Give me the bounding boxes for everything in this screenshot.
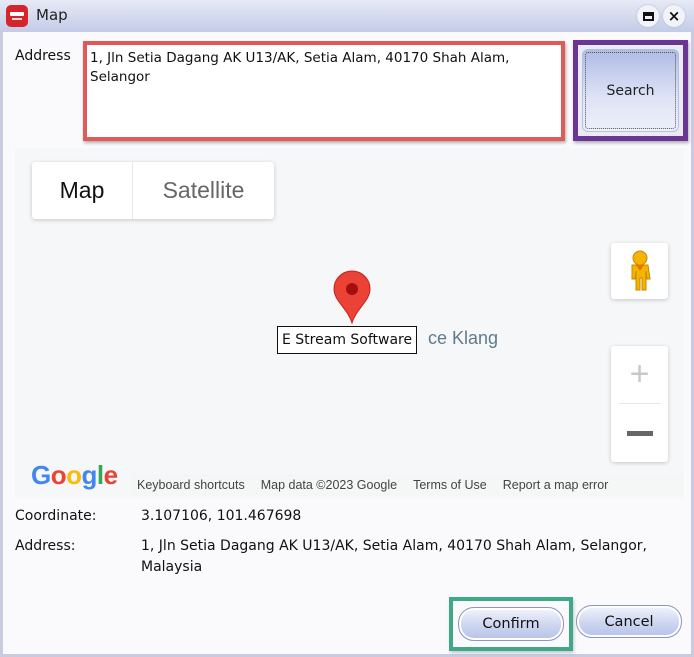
result-address-value: 1, Jln Setia Dagang AK U13/AK, Setia Ala…	[141, 538, 647, 575]
pegman-icon	[631, 250, 651, 291]
cancel-button[interactable]: Cancel	[576, 605, 682, 638]
close-icon: ×	[667, 7, 681, 25]
title-bar: Map ×	[0, 0, 694, 32]
google-logo-letter: G	[31, 460, 51, 490]
map-place-label: ce Klang	[428, 328, 499, 348]
window-title: Map	[36, 6, 68, 24]
result-address-label: Address:	[15, 538, 76, 554]
map-marker-pin-icon[interactable]	[333, 270, 371, 324]
report-map-error-link[interactable]: Report a map error	[503, 478, 609, 492]
google-logo-letter: g	[81, 460, 98, 490]
coordinate-label: Coordinate:	[15, 508, 97, 524]
map-view[interactable]: Map Satellite + ce Klang E Stream Softwa…	[15, 148, 684, 498]
map-attribution-bar: Keyboard shortcuts Map data ©2023 Google…	[131, 474, 684, 496]
zoom-control: +	[611, 346, 668, 462]
marker-info-label: E Stream Software	[277, 326, 418, 354]
google-logo-letter: o	[66, 460, 82, 490]
address-input[interactable]: 1, Jln Setia Dagang AK U13/AK, Setia Ala…	[87, 45, 561, 137]
confirm-button-highlight: Confirm	[449, 597, 573, 651]
google-logo-letter: e	[103, 460, 118, 490]
street-view-pegman-button[interactable]	[611, 243, 668, 299]
maximize-button[interactable]	[637, 5, 659, 27]
map-type-control: Map Satellite	[32, 162, 274, 219]
zoom-out-button[interactable]	[611, 404, 668, 462]
google-logo: Google	[31, 460, 118, 491]
zoom-in-button[interactable]: +	[611, 346, 668, 403]
address-label: Address	[15, 48, 71, 64]
confirm-button[interactable]: Confirm	[458, 607, 564, 641]
map-data-text: Map data ©2023 Google	[260, 478, 398, 492]
coordinate-value: 3.107106, 101.467698	[141, 508, 302, 524]
terms-of-use-link[interactable]: Terms of Use	[413, 478, 487, 492]
app-logo-icon	[6, 5, 28, 27]
close-button[interactable]: ×	[663, 5, 685, 27]
maximize-icon	[642, 11, 654, 21]
search-button[interactable]: Search	[582, 49, 679, 132]
map-dialog: Map × Address 1, Jln Setia Dagang AK U13…	[0, 0, 694, 657]
address-input-highlight: 1, Jln Setia Dagang AK U13/AK, Setia Ala…	[83, 41, 565, 141]
search-button-highlight: Search	[573, 40, 688, 141]
google-logo-letter: l	[96, 460, 104, 490]
map-type-map-tab[interactable]: Map	[32, 162, 133, 219]
keyboard-shortcuts-link[interactable]: Keyboard shortcuts	[137, 478, 245, 492]
google-logo-letter: o	[50, 460, 67, 490]
map-type-satellite-tab[interactable]: Satellite	[133, 162, 274, 219]
minus-icon	[626, 430, 653, 436]
